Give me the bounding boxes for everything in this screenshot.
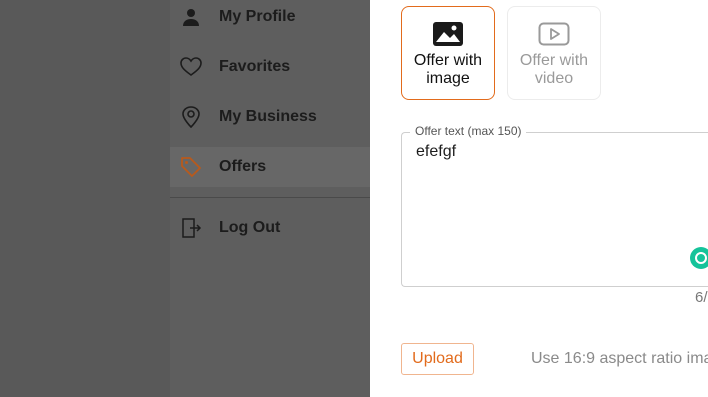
offer-with-video-option[interactable]: Offer with video	[507, 6, 601, 100]
offer-text-legend: Offer text (max 150)	[410, 124, 527, 138]
sidebar-item-label: My Business	[219, 108, 317, 125]
tag-icon	[180, 156, 202, 178]
offer-editor-panel: Offer with image Offer with video Offer …	[370, 0, 708, 397]
option-label: Offer with image	[413, 52, 483, 87]
upload-hint: Use 16:9 aspect ratio ima	[531, 350, 708, 367]
person-icon	[180, 6, 202, 28]
offer-text-value[interactable]: efefgf	[416, 143, 456, 161]
location-pin-icon	[180, 106, 202, 128]
video-play-icon	[538, 21, 570, 47]
sidebar-item-label: Offers	[219, 158, 267, 175]
grammarly-icon[interactable]	[690, 247, 708, 269]
offer-with-image-option[interactable]: Offer with image	[401, 6, 495, 100]
sidebar-item-offers[interactable]: Offers	[170, 147, 370, 187]
sidebar-item-log-out[interactable]: Log Out	[170, 208, 370, 248]
sidebar-item-my-business[interactable]: My Business	[170, 97, 370, 137]
option-label: Offer with video	[519, 52, 589, 87]
logout-icon	[180, 217, 202, 239]
sidebar-item-my-profile[interactable]: My Profile	[170, 0, 370, 37]
sidebar-divider	[170, 197, 370, 198]
character-counter: 6/	[695, 289, 708, 306]
sidebar-item-label: My Profile	[219, 8, 296, 25]
sidebar-item-label: Log Out	[219, 219, 281, 236]
sidebar-item-favorites[interactable]: Favorites	[170, 47, 370, 87]
image-icon	[432, 21, 464, 47]
sidebar-item-label: Favorites	[219, 58, 291, 75]
heart-icon	[180, 56, 202, 78]
upload-button[interactable]: Upload	[401, 343, 474, 375]
